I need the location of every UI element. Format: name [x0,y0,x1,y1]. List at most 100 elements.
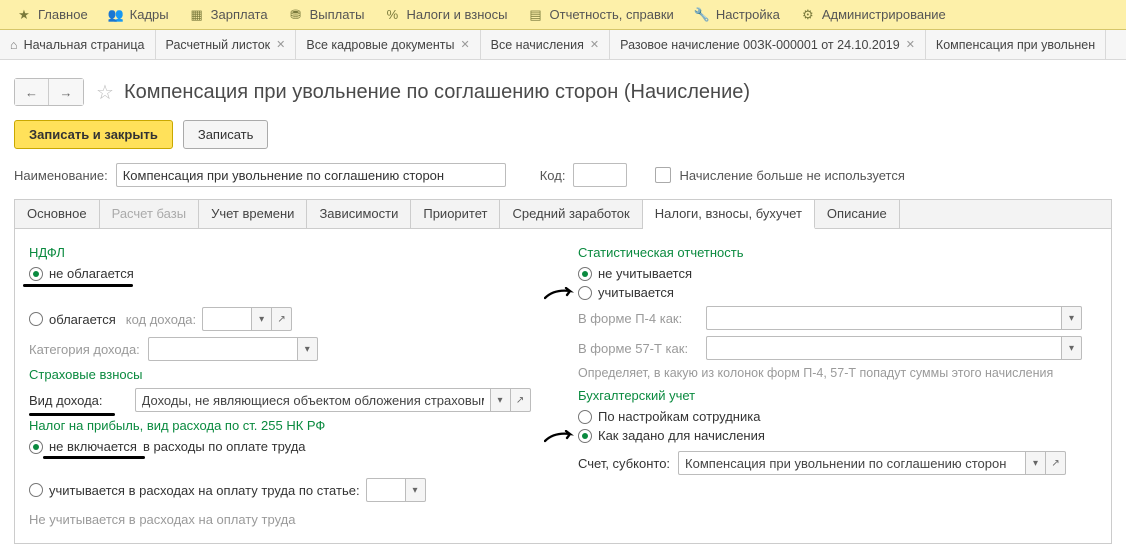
dropdown-icon[interactable]: ▾ [491,388,511,412]
menu-label: Главное [38,7,88,22]
radio-icon [29,483,43,497]
acc-title: Бухгалтерский учет [578,388,1097,403]
main-menu: ★ Главное 👥Кадры ▦Зарплата ⛃Выплаты % Нало… [0,0,1126,30]
menu-label: Отчетность, справки [550,7,674,22]
menu-label: Настройка [716,7,780,22]
tab-prioritet[interactable]: Приоритет [411,200,500,228]
income-type-combo: ▾ ↗ [135,388,531,412]
not-used-label: Начисление больше не используется [679,168,904,183]
tab-opisanie[interactable]: Описание [815,200,900,228]
radio-icon [29,312,43,326]
p4-input[interactable] [706,306,1062,330]
close-icon[interactable]: ✕ [590,38,599,51]
tab-home[interactable]: ⌂Начальная страница [0,30,156,59]
detail-tabs: Основное Расчет базы Учет времени Зависи… [14,199,1112,229]
menu-nastroika[interactable]: 🔧 Настройка [684,0,790,29]
save-button[interactable]: Записать [183,120,269,149]
radio-icon [29,440,43,454]
account-input[interactable] [678,451,1026,475]
tab-sredniy[interactable]: Средний заработок [500,200,642,228]
tab-uchet-vremeni[interactable]: Учет времени [199,200,307,228]
code-input[interactable] [573,163,627,187]
income-code-input[interactable] [202,307,252,331]
open-icon[interactable]: ↗ [1046,451,1066,475]
annotation-arrow-icon [544,287,574,301]
menu-label: Кадры [130,7,169,22]
forward-button[interactable]: → [49,79,83,105]
tab-item[interactable]: Компенсация при увольнен [926,30,1106,59]
dropdown-icon[interactable]: ▾ [252,307,272,331]
income-cat-input[interactable] [148,337,298,361]
back-button[interactable]: ← [15,79,49,105]
radio-icon [578,429,592,443]
tab-nalogi[interactable]: Налоги, взносы, бухучет [643,200,815,229]
radio-icon [578,286,592,300]
profit-title: Налог на прибыль, вид расхода по ст. 255… [29,418,548,433]
tab-item[interactable]: Разовое начисление 00ЗК-000001 от 24.10.… [610,30,926,59]
save-close-button[interactable]: Записать и закрыть [14,120,173,149]
acc-opt-employee[interactable]: По настройкам сотрудника [578,409,1097,424]
dropdown-icon[interactable]: ▾ [406,478,426,502]
open-icon[interactable]: ↗ [511,388,531,412]
money-icon: ⛃ [288,7,304,23]
tab-label: Компенсация при увольнен [936,38,1095,52]
tab-osnovnoe[interactable]: Основное [15,200,100,228]
close-icon[interactable]: ✕ [460,38,469,51]
profit-article-combo: ▾ [366,478,426,502]
stat-opt-not-counted[interactable]: не учитывается [578,266,1097,281]
menu-vyplaty[interactable]: ⛃Выплаты [278,0,375,29]
nav-buttons: ← → [14,78,84,106]
name-input[interactable] [116,163,506,187]
profit-opt-included[interactable]: учитывается в расходах на оплату труда п… [29,478,548,502]
menu-admin[interactable]: ⚙Администрирование [790,0,956,29]
acc-opt-defined[interactable]: Как задано для начисления [578,428,1097,443]
menu-nalogi[interactable]: % Налоги и взносы [374,0,517,29]
menu-main[interactable]: ★ Главное [6,0,98,29]
radio-icon [29,267,43,281]
account-combo: ▾ ↗ [678,451,1066,475]
close-icon[interactable]: ✕ [276,38,285,51]
profit-opt-not-included[interactable]: не включается в расходы по оплате труда [29,439,548,454]
tab-raschet-bazy[interactable]: Расчет базы [100,200,200,228]
tab-item[interactable]: Все начисления ✕ [481,30,610,59]
header-fields: Наименование: Код: Начисление больше не … [0,163,1126,199]
p4-combo: ▾ [706,306,1082,330]
stat-opt-counted[interactable]: учитывается [578,285,1097,300]
dropdown-icon[interactable]: ▾ [1026,451,1046,475]
ndfl-opt-taxed[interactable]: облагается код дохода: ▾ ↗ [29,307,548,331]
wrench-icon: 🔧 [694,7,710,23]
right-column: Статистическая отчетность не учитывается… [578,239,1097,527]
favorite-icon[interactable]: ☆ [96,80,114,105]
income-type-input[interactable] [135,388,491,412]
dropdown-icon[interactable]: ▾ [298,337,318,361]
close-icon[interactable]: ✕ [906,38,915,51]
menu-label: Налоги и взносы [406,7,507,22]
p57-input[interactable] [706,336,1062,360]
tab-zavisimosti[interactable]: Зависимости [307,200,411,228]
tab-label: Все кадровые документы [306,38,454,52]
ndfl-opt-not-taxed[interactable]: не облагается [29,266,548,281]
annotation-arrow-icon [544,430,574,444]
menu-otchet[interactable]: ▤Отчетность, справки [518,0,684,29]
profit-article-input[interactable] [366,478,406,502]
income-cat-label: Категория дохода: [29,342,140,357]
radio-label: Как задано для начисления [598,428,765,443]
tab-label: Все начисления [491,38,584,52]
annotation-underline [23,284,133,287]
star-icon: ★ [16,7,32,23]
dropdown-icon[interactable]: ▾ [1062,306,1082,330]
radio-label: не учитывается [598,266,692,281]
open-icon[interactable]: ↗ [272,307,292,331]
menu-kadry[interactable]: 👥Кадры [98,0,179,29]
account-label: Счет, субконто: [578,456,670,471]
radio-label: учитывается [598,285,674,300]
tab-item[interactable]: Все кадровые документы ✕ [296,30,480,59]
radio-label: не включается [49,439,137,454]
not-used-checkbox[interactable] [655,167,671,183]
tab-item[interactable]: Расчетный листок✕ [156,30,297,59]
menu-zarplata[interactable]: ▦Зарплата [179,0,278,29]
dropdown-icon[interactable]: ▾ [1062,336,1082,360]
radio-icon [578,267,592,281]
percent-icon: % [384,7,400,23]
radio-label: облагается [49,312,116,327]
